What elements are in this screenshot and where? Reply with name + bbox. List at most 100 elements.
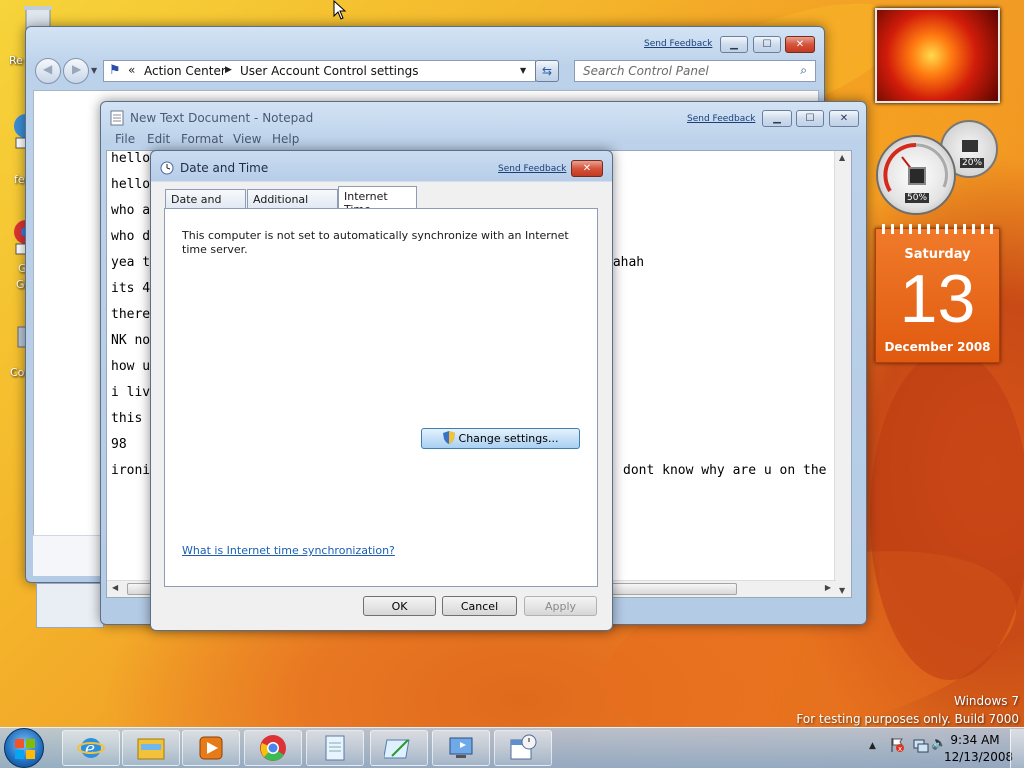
remote-desktop-icon	[449, 737, 473, 758]
tab-additional-clocks[interactable]: Additional Clocks	[247, 189, 338, 219]
cp-maximize-button[interactable]: ☐	[753, 36, 781, 53]
scroll-down-icon[interactable]: ▼	[839, 586, 845, 595]
cp-bottom-panel	[33, 535, 105, 576]
memory-chip-icon	[962, 140, 978, 152]
text-line: this	[111, 411, 143, 426]
calendar-clock-icon	[510, 734, 537, 760]
scroll-right-icon[interactable]: ▶	[825, 583, 831, 592]
slideshow-gadget[interactable]	[875, 8, 1000, 103]
clock-time[interactable]: 9:34 AM	[950, 733, 1000, 747]
tab-date-and-time[interactable]: Date and Time	[165, 189, 246, 219]
np-minimize-button[interactable]: ▁	[762, 110, 792, 127]
date-time-app-icon	[159, 160, 175, 179]
cp-close-button[interactable]: ✕	[785, 36, 815, 53]
scroll-left-icon[interactable]: ◀	[112, 583, 118, 592]
forward-button[interactable]: ▶	[63, 58, 89, 84]
media-player-icon	[199, 736, 223, 760]
memory-percent: 20%	[960, 158, 985, 168]
mouse-cursor-icon	[333, 0, 347, 23]
wallpaper-petal	[870, 350, 1024, 680]
menu-format[interactable]: Format	[181, 132, 223, 146]
show-desktop-button[interactable]	[1010, 729, 1024, 768]
taskbar-media-player[interactable]	[182, 730, 240, 766]
help-link[interactable]: What is Internet time synchronization?	[182, 544, 395, 557]
desktop-label: Re	[9, 54, 23, 67]
overflow-chevron-icon: «	[128, 63, 136, 77]
cancel-button[interactable]: Cancel	[442, 596, 517, 616]
maximize-icon: ☐	[762, 39, 772, 50]
address-bar[interactable]: ⚑ « Action Center ▶ User Account Control…	[103, 60, 536, 82]
taskbar-internet-explorer[interactable]: e	[62, 730, 120, 766]
menu-edit[interactable]: Edit	[147, 132, 170, 146]
menu-view[interactable]: View	[233, 132, 261, 146]
text-line: hello	[111, 177, 151, 192]
menu-help[interactable]: Help	[272, 132, 299, 146]
change-settings-label: Change settings...	[458, 432, 559, 445]
dialog-close-button[interactable]: ✕	[571, 160, 603, 177]
np-send-feedback-link[interactable]: Send Feedback	[687, 114, 755, 124]
windows-logo-icon	[15, 739, 35, 759]
show-hidden-icons-icon[interactable]: ▲	[869, 741, 876, 751]
text-line: hello	[111, 151, 151, 166]
desktop-label: fe	[14, 173, 25, 186]
calendar-day: 13	[899, 261, 976, 337]
search-input[interactable]: Search Control Panel ⌕	[574, 60, 816, 82]
vertical-scrollbar[interactable]: ▲ ▼	[834, 151, 851, 597]
taskbar-windows-explorer[interactable]	[122, 730, 180, 766]
search-placeholder: Search Control Panel	[583, 64, 709, 78]
network-icon[interactable]	[913, 738, 929, 757]
sync-status-message: This computer is not set to automaticall…	[182, 229, 569, 256]
scroll-up-icon[interactable]: ▲	[839, 153, 845, 162]
breadcrumb-separator-icon[interactable]: ▶	[225, 65, 232, 75]
calendar-weekday: Saturday	[904, 247, 971, 262]
flag-icon: ⚑	[109, 63, 121, 78]
ok-button[interactable]: OK	[363, 596, 436, 616]
desktop-label: Co	[10, 366, 25, 379]
hidden-window-edge	[36, 583, 104, 628]
dialog-send-feedback-link[interactable]: Send Feedback	[498, 164, 566, 174]
internet-explorer-icon: e	[77, 738, 105, 759]
clock-date[interactable]: 12/13/2008	[944, 750, 1013, 764]
apply-button: Apply	[524, 596, 597, 616]
back-button[interactable]: ◀	[35, 58, 61, 84]
taskbar-remote-desktop[interactable]	[432, 730, 490, 766]
breadcrumb-item[interactable]: User Account Control settings	[240, 64, 418, 78]
tab-internet-time[interactable]: Internet Time	[338, 186, 417, 216]
folder-icon	[137, 738, 165, 760]
start-button[interactable]	[4, 728, 44, 768]
watermark-line-2: For testing purposes only. Build 7000	[796, 712, 1019, 726]
np-close-button[interactable]: ✕	[829, 110, 859, 127]
menu-file[interactable]: File	[115, 132, 135, 146]
watermark-line-1: Windows 7	[953, 694, 1019, 708]
volume-icon[interactable]: 🔊	[931, 736, 947, 751]
action-center-flag-icon[interactable]: x	[890, 737, 904, 756]
refresh-button[interactable]: ⇆	[535, 60, 559, 82]
address-dropdown-icon[interactable]: ▼	[520, 66, 526, 75]
cp-send-feedback-link[interactable]: Send Feedback	[644, 39, 712, 49]
text-line: who d	[111, 229, 151, 244]
taskbar-date-time[interactable]	[494, 730, 552, 766]
calendar-gadget[interactable]: Saturday 13 December 2008	[875, 224, 1000, 363]
change-settings-button[interactable]: Change settings...	[421, 428, 580, 449]
recent-pages-dropdown-icon[interactable]: ▼	[91, 66, 97, 75]
cpu-percent: 50%	[905, 193, 930, 203]
text-line: its 4	[111, 281, 151, 296]
svg-text:x: x	[898, 745, 902, 753]
notepad-icon	[325, 735, 345, 761]
maximize-icon: ☐	[805, 113, 815, 124]
taskbar-chrome[interactable]	[244, 730, 302, 766]
cp-minimize-button[interactable]: ▁	[720, 36, 748, 53]
notepad-app-icon	[110, 110, 124, 129]
breadcrumb-item[interactable]: Action Center	[144, 64, 226, 78]
close-icon: ✕	[795, 39, 805, 50]
text-line: who a	[111, 203, 151, 218]
cpu-meter-gadget[interactable]: 50%	[876, 135, 956, 215]
search-icon: ⌕	[800, 63, 807, 77]
np-maximize-button[interactable]: ☐	[796, 110, 824, 127]
taskbar-paint[interactable]	[370, 730, 428, 766]
text-line: NK no	[111, 333, 151, 348]
text-line: 98	[111, 437, 127, 452]
text-line: how u	[111, 359, 151, 374]
back-arrow-icon: ◀	[43, 62, 53, 76]
taskbar-notepad[interactable]	[306, 730, 364, 766]
